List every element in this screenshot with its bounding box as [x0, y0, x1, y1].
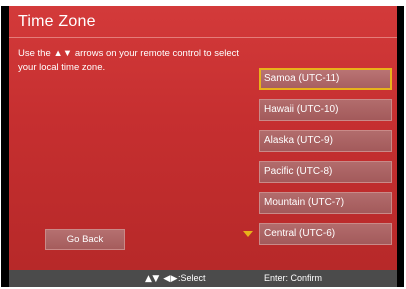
select-hint-label: :Select	[178, 273, 206, 283]
time-zone-option-pacific[interactable]: Pacific (UTC-8)	[259, 161, 392, 183]
go-back-button[interactable]: Go Back	[45, 229, 125, 250]
time-zone-panel: Time Zone Use the ▲▼ arrows on your remo…	[9, 6, 397, 287]
footer-bar: ▲▼ ◀▶:Select Enter: Confirm	[9, 270, 397, 287]
time-zone-option-hawaii[interactable]: Hawaii (UTC-10)	[259, 99, 392, 121]
time-zone-option-central[interactable]: Central (UTC-6)	[259, 223, 392, 245]
arrow-keys-icon: ▲▼ ◀▶	[145, 274, 179, 284]
time-zone-option-mountain[interactable]: Mountain (UTC-7)	[259, 192, 392, 214]
time-zone-option-samoa[interactable]: Samoa (UTC-11)	[259, 68, 392, 90]
time-zone-option-alaska[interactable]: Alaska (UTC-9)	[259, 130, 392, 152]
select-hint: ▲▼ ◀▶:Select	[145, 270, 206, 287]
scroll-down-icon[interactable]	[243, 231, 253, 237]
tv-screen: Time Zone Use the ▲▼ arrows on your remo…	[1, 6, 404, 287]
confirm-hint: Enter: Confirm	[264, 273, 323, 283]
